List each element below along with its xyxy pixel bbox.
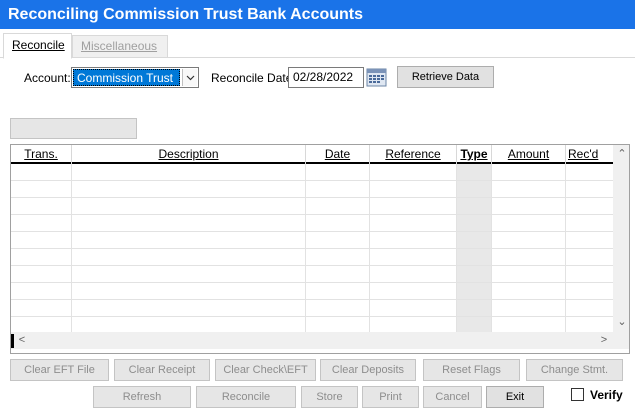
account-label: Account: <box>24 71 71 85</box>
tab-strip: Reconcile Miscellaneous <box>0 29 635 59</box>
reconcile-date-input[interactable]: 02/28/2022 <box>288 67 364 88</box>
tab-miscellaneous-label: Miscellaneous <box>81 39 158 53</box>
column-header-date[interactable]: Date <box>306 145 370 164</box>
print-button[interactable]: Print <box>362 386 419 408</box>
change-stmt-button[interactable]: Change Stmt. <box>526 359 623 381</box>
table-row[interactable] <box>11 249 613 266</box>
horizontal-scrollbar[interactable]: < > <box>11 332 613 349</box>
clear-deposits-button[interactable]: Clear Deposits <box>320 359 416 381</box>
column-header-trans[interactable]: Trans. <box>11 145 72 164</box>
table-row[interactable] <box>11 266 613 283</box>
scrollbar-corner <box>613 332 629 349</box>
table-row[interactable] <box>11 164 613 181</box>
column-divider <box>305 164 306 332</box>
column-header-description[interactable]: Description <box>72 145 306 164</box>
scroll-down-icon[interactable]: ⌄ <box>615 315 629 329</box>
scroll-right-icon[interactable]: > <box>597 333 611 347</box>
column-header-type[interactable]: Type <box>457 145 492 164</box>
table-row[interactable] <box>11 232 613 249</box>
column-divider <box>369 164 370 332</box>
verify-label: Verify <box>590 388 623 402</box>
blank-field <box>10 118 137 139</box>
retrieve-data-button[interactable]: Retrieve Data <box>397 66 494 88</box>
scroll-left-icon[interactable]: < <box>15 333 29 347</box>
vertical-scrollbar[interactable]: ⌃ ⌄ <box>613 145 629 332</box>
refresh-button[interactable]: Refresh <box>93 386 191 408</box>
column-divider <box>565 164 566 332</box>
cancel-button[interactable]: Cancel <box>423 386 482 408</box>
tab-reconcile-label: Reconcile <box>12 38 65 52</box>
grid-header: Trans. Description Date Reference Type A… <box>11 145 613 164</box>
grid-body <box>11 164 613 334</box>
transactions-grid[interactable]: Trans. Description Date Reference Type A… <box>10 144 630 354</box>
column-divider <box>456 164 457 332</box>
clear-receipt-button[interactable]: Clear Receipt <box>114 359 210 381</box>
chevron-down-icon[interactable] <box>182 69 197 86</box>
column-divider <box>491 164 492 332</box>
calendar-icon[interactable] <box>366 67 387 88</box>
table-row[interactable] <box>11 181 613 198</box>
verify-checkbox[interactable] <box>571 388 584 401</box>
reset-flags-button[interactable]: Reset Flags <box>423 359 520 381</box>
tab-reconcile[interactable]: Reconcile <box>3 33 72 59</box>
column-header-amount[interactable]: Amount <box>492 145 566 164</box>
column-header-reference[interactable]: Reference <box>370 145 457 164</box>
tab-miscellaneous[interactable]: Miscellaneous <box>72 35 168 58</box>
clear-check-eft-button[interactable]: Clear Check\EFT <box>215 359 316 381</box>
reconcile-date-label: Reconcile Date: <box>211 71 296 85</box>
table-row[interactable] <box>11 300 613 317</box>
store-button[interactable]: Store <box>301 386 358 408</box>
account-select-value: Commission Trust <box>73 69 180 86</box>
column-divider <box>71 164 72 332</box>
exit-button[interactable]: Exit <box>486 386 544 408</box>
column-header-recd[interactable]: Rec'd <box>566 145 613 164</box>
window-title: Reconciling Commission Trust Bank Accoun… <box>0 0 635 29</box>
scroll-thumb[interactable] <box>11 334 14 348</box>
account-select[interactable]: Commission Trust <box>71 67 199 88</box>
clear-eft-file-button[interactable]: Clear EFT File <box>10 359 109 381</box>
table-row[interactable] <box>11 283 613 300</box>
table-row[interactable] <box>11 198 613 215</box>
table-row[interactable] <box>11 215 613 232</box>
reconcile-button[interactable]: Reconcile <box>196 386 296 408</box>
scroll-up-icon[interactable]: ⌃ <box>615 147 629 161</box>
